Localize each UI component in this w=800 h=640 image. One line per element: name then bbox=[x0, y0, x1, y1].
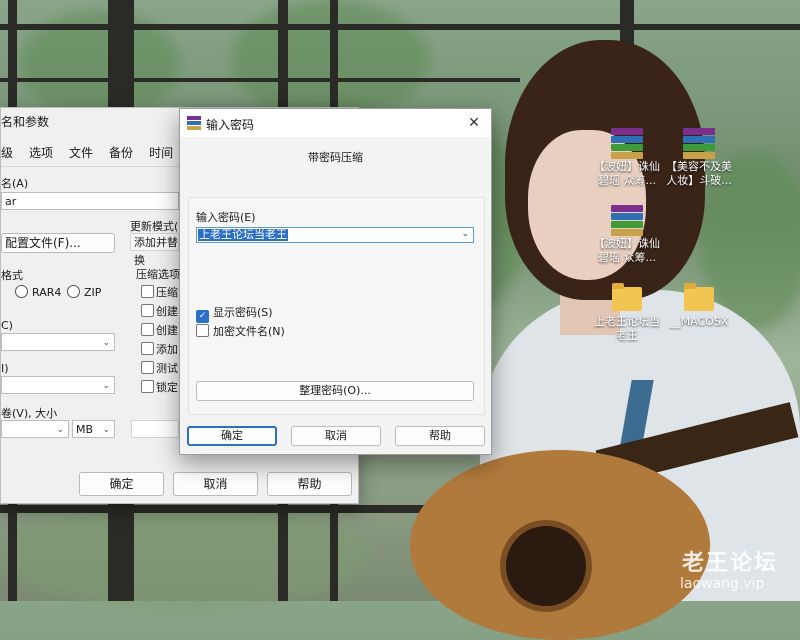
option-label: 添加 bbox=[156, 343, 178, 356]
cancel-button[interactable]: 取消 bbox=[173, 472, 258, 496]
desktop-icon-folder[interactable]: __MACOSX bbox=[662, 283, 736, 329]
folder-icon bbox=[612, 283, 642, 311]
option-checkbox[interactable] bbox=[141, 304, 154, 317]
guitar-soundhole bbox=[500, 520, 592, 612]
desktop-icon-rar[interactable]: 【波妞】诛仙碧瑶 众筹... bbox=[590, 128, 664, 188]
encrypt-filenames-label: 加密文件名(N) bbox=[213, 325, 285, 338]
help-button[interactable]: 帮助 bbox=[395, 426, 485, 446]
option-checkbox[interactable] bbox=[141, 323, 154, 336]
split-unit-value: MB bbox=[76, 423, 94, 436]
format-zip-option[interactable]: ZIP bbox=[67, 285, 101, 299]
desktop-icon-rar[interactable]: 【美容不及美人妆】斗破... bbox=[662, 128, 736, 188]
option-label: 创建 bbox=[156, 305, 178, 318]
radio-icon bbox=[67, 285, 80, 298]
update-mode-select[interactable]: 添加并替换 bbox=[130, 233, 179, 267]
show-password-checkbox[interactable]: ✓ 显示密码(S) bbox=[196, 304, 273, 323]
watermark-text: 老王论坛 bbox=[682, 551, 779, 576]
checkbox-checked-icon: ✓ bbox=[196, 310, 209, 323]
format-rar4-label: RAR4 bbox=[32, 286, 62, 299]
winrar-archive-icon bbox=[611, 205, 643, 236]
option-checkbox[interactable] bbox=[141, 380, 154, 393]
password-input[interactable]: 上老王论坛当老王 ⌄ bbox=[196, 227, 474, 243]
tab-files[interactable]: 文件 bbox=[61, 144, 101, 161]
folder-icon bbox=[684, 283, 714, 311]
chevron-down-icon: ⌄ bbox=[56, 425, 64, 435]
split-unit-select[interactable]: MB ⌄ bbox=[72, 420, 115, 438]
option-label: 压缩 bbox=[156, 286, 178, 299]
option-label: 锁定 bbox=[156, 381, 178, 394]
option-label: 创建 bbox=[156, 324, 178, 337]
compress-options-label: 压缩选项 bbox=[136, 268, 180, 281]
option-checkbox[interactable] bbox=[141, 361, 154, 374]
archive-name-label: 名(A) bbox=[1, 177, 29, 190]
desktop-icon-label: 上老王论坛当老王 bbox=[594, 315, 660, 342]
split-size-input[interactable]: ⌄ bbox=[1, 420, 69, 438]
winrar-archive-icon bbox=[611, 128, 643, 159]
organize-passwords-button[interactable]: 整理密码(O)... bbox=[196, 381, 474, 401]
close-icon[interactable]: ✕ bbox=[463, 113, 485, 133]
option-checkbox[interactable] bbox=[141, 285, 154, 298]
profiles-button[interactable]: 配置文件(F)... bbox=[1, 233, 115, 253]
tab-time[interactable]: 时间 bbox=[141, 144, 181, 161]
archive-name-field[interactable]: ar bbox=[1, 192, 179, 210]
tab-bar: 级 选项 文件 备份 时间 bbox=[1, 144, 181, 161]
extra-input[interactable] bbox=[131, 420, 179, 438]
chevron-down-icon: ⌄ bbox=[102, 425, 110, 435]
format-rar4-option[interactable]: RAR4 bbox=[15, 285, 61, 299]
desktop-icon-label: 【波妞】诛仙碧瑶 众筹... bbox=[594, 160, 660, 187]
watermark-url: laowang.vip bbox=[680, 576, 765, 592]
tab-options[interactable]: 选项 bbox=[21, 144, 61, 161]
ok-button[interactable]: 确定 bbox=[79, 472, 164, 496]
radio-icon bbox=[15, 285, 28, 298]
desktop-icon-label: 【美容不及美人妆】斗破... bbox=[666, 160, 732, 187]
divider bbox=[1, 166, 179, 167]
tab-backup[interactable]: 备份 bbox=[101, 144, 141, 161]
window-frame bbox=[0, 78, 520, 82]
dictionary-select[interactable]: ⌄ bbox=[1, 376, 115, 394]
split-volume-label: 卷(V), 大小 bbox=[1, 407, 58, 420]
update-mode-label: 更新模式(U bbox=[130, 220, 187, 233]
option-checkbox[interactable] bbox=[141, 342, 154, 355]
format-zip-label: ZIP bbox=[84, 286, 102, 299]
desktop-icon-label: __MACOSX bbox=[669, 315, 729, 328]
desktop-icon-label: 【波妞】诛仙碧瑶 众筹... bbox=[594, 237, 660, 264]
desktop-icon-folder[interactable]: 上老王论坛当老王 bbox=[590, 283, 664, 343]
enter-password-dialog: 输入密码 ✕ 带密码压缩 输入密码(E) 上老王论坛当老王 ⌄ ✓ 显示密码(S)… bbox=[179, 108, 492, 455]
title-bar: 输入密码 ✕ bbox=[180, 109, 491, 137]
method-label: C) bbox=[1, 319, 13, 332]
chevron-down-icon[interactable]: ⌄ bbox=[461, 229, 469, 239]
password-value: 上老王论坛当老王 bbox=[198, 228, 288, 241]
method-select[interactable]: ⌄ bbox=[1, 333, 115, 351]
dialog-title: 输入密码 bbox=[206, 118, 255, 132]
dictionary-label: I) bbox=[1, 362, 9, 375]
archive-format-label: 格式 bbox=[1, 269, 23, 282]
dialog-subtitle: 带密码压缩 bbox=[308, 151, 363, 164]
winrar-archive-icon bbox=[683, 128, 715, 159]
dialog-title: 名和参数 bbox=[1, 115, 50, 129]
chevron-down-icon: ⌄ bbox=[102, 381, 110, 391]
show-password-label: 显示密码(S) bbox=[213, 306, 273, 319]
help-button[interactable]: 帮助 bbox=[267, 472, 352, 496]
window-frame bbox=[0, 24, 800, 30]
encrypt-filenames-checkbox[interactable]: 加密文件名(N) bbox=[196, 323, 285, 339]
desktop-icon-rar[interactable]: 【波妞】诛仙碧瑶 众筹... bbox=[590, 205, 664, 265]
password-label: 输入密码(E) bbox=[196, 211, 256, 224]
foliage bbox=[0, 500, 370, 610]
ok-button[interactable]: 确定 bbox=[187, 426, 277, 446]
chevron-down-icon: ⌄ bbox=[102, 338, 110, 348]
winrar-app-icon bbox=[187, 116, 201, 130]
tab-general[interactable]: 级 bbox=[1, 144, 21, 161]
checkbox-icon bbox=[196, 324, 209, 337]
cancel-button[interactable]: 取消 bbox=[291, 426, 381, 446]
option-label: 测试 bbox=[156, 362, 178, 375]
